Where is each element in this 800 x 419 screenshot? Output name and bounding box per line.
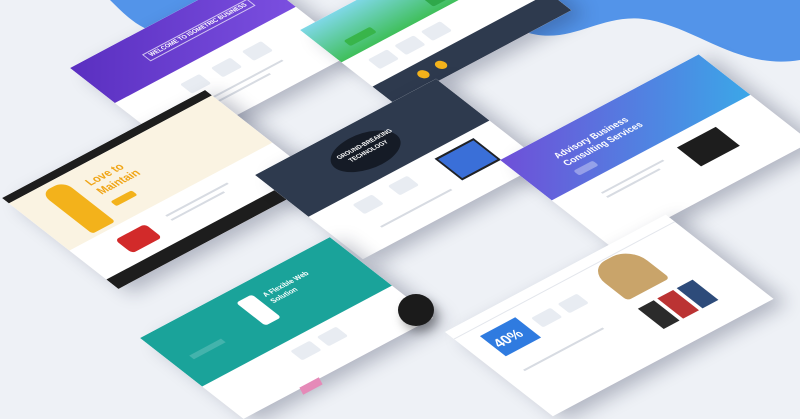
feature-block xyxy=(352,194,384,215)
text-line xyxy=(170,191,226,221)
feature-block xyxy=(241,41,274,61)
feature-block xyxy=(387,175,420,196)
feature-block xyxy=(290,340,322,361)
monitor-image xyxy=(434,138,502,181)
feature-block xyxy=(367,49,400,70)
feature-block xyxy=(557,293,589,314)
text-line xyxy=(606,168,661,198)
red-toolbox-image xyxy=(114,223,163,254)
mockup-collage: WELCOME TO ISOMETRIC BUSINESS Love to Ma… xyxy=(0,0,800,419)
mockup-sale: 40% xyxy=(445,214,774,417)
feature-block xyxy=(316,326,349,347)
feature-block xyxy=(530,307,563,328)
laptop-image xyxy=(676,126,740,167)
feature-block xyxy=(420,21,453,41)
feature-block xyxy=(210,57,243,78)
coffee-cup-image xyxy=(398,294,434,326)
mockup-teal-web: ▬▬ A Flexible Web Solution xyxy=(140,237,434,419)
text-line xyxy=(380,188,453,228)
mockup-dark-tech: GROUND-BREAKING TECHNOLOGY xyxy=(255,78,544,260)
mockup-advisory: Advisory Business Consulting Services xyxy=(500,54,800,248)
feature-block xyxy=(394,35,426,56)
